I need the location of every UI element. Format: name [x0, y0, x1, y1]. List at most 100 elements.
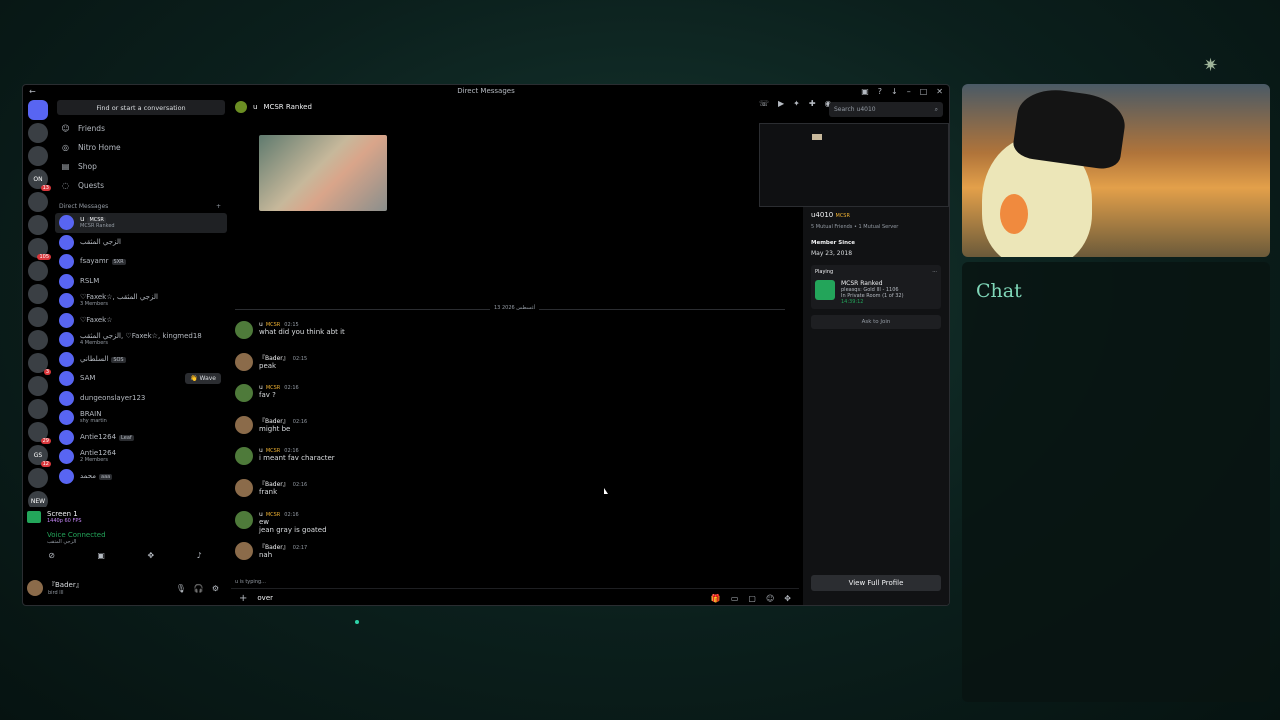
help-icon[interactable]: ? [878, 87, 882, 96]
avatar[interactable] [235, 478, 253, 497]
search-input[interactable]: Search u4010 ⌕ [829, 102, 943, 117]
message-author[interactable]: 『Bader』 [259, 418, 289, 425]
inbox-icon[interactable]: ▣ [861, 87, 869, 96]
message-author[interactable]: u [259, 511, 263, 518]
server-icon[interactable] [28, 192, 48, 212]
wave-button[interactable]: 👋 Wave [185, 373, 221, 385]
server-icon[interactable] [28, 307, 48, 327]
avatar[interactable] [235, 415, 253, 434]
dm-item[interactable]: u MCSR MCSR Ranked [55, 213, 227, 233]
message-author[interactable]: u [259, 447, 263, 454]
message[interactable]: u MCSR 02:15 what did you think abt it [235, 321, 775, 353]
pin-icon[interactable]: ✦ [793, 99, 800, 108]
dm-item[interactable]: SAM 👋 Wave [55, 369, 227, 389]
dm-item[interactable]: ♡Faxek☆, الزجي المثقب 3 Members [55, 291, 227, 311]
dm-item[interactable]: Antie1264 2 Members [55, 447, 227, 467]
avatar[interactable] [235, 542, 253, 561]
server-icon[interactable] [28, 284, 48, 304]
dm-item[interactable]: محمد aaa [55, 467, 227, 487]
message[interactable]: 『Bader』 02:16 frank [235, 478, 775, 511]
minimize-icon[interactable]: – [907, 87, 911, 96]
server-icon[interactable]: ON 13 [28, 169, 51, 191]
call-icon[interactable]: ☏ [759, 99, 769, 108]
server-icon[interactable] [28, 330, 48, 350]
message[interactable]: u MCSR 02:16 ew jean gray is goated [235, 510, 775, 543]
dm-item[interactable]: السلطاني SOS [55, 350, 227, 370]
mic-icon[interactable]: 🎙 [176, 584, 186, 593]
sidebar-item-shop[interactable]: ▤ Shop [55, 157, 227, 176]
more-icon[interactable]: ··· [932, 269, 937, 275]
dm-item[interactable]: الزجي المثقب [55, 233, 227, 253]
sidebar-item-nitro[interactable]: ◎ Nitro Home [55, 138, 227, 157]
view-full-profile-button[interactable]: View Full Profile [811, 575, 941, 591]
plus-icon[interactable]: + [239, 593, 247, 604]
dm-item[interactable]: RSLM [55, 272, 227, 292]
server-icon[interactable] [28, 376, 48, 396]
headphones-icon[interactable]: 🎧 [194, 584, 204, 593]
settings-icon[interactable]: ⚙ [212, 584, 219, 593]
message-author[interactable]: u [259, 321, 263, 328]
server-icon[interactable] [28, 399, 48, 419]
video-call-icon[interactable]: ▶ [778, 99, 784, 108]
add-friend-icon[interactable]: ✚ [809, 99, 816, 108]
dm-item[interactable]: dungeonslayer123 [55, 389, 227, 409]
close-icon[interactable]: ✕ [936, 87, 943, 96]
avatar[interactable] [235, 447, 253, 466]
message-input[interactable]: over [257, 594, 273, 602]
message[interactable]: u MCSR 02:16 i meant fav character [235, 447, 775, 479]
video-embed[interactable] [259, 135, 387, 211]
maximize-icon[interactable]: □ [920, 87, 928, 96]
dm-item[interactable]: الزجي المثقب, ♡Faxek☆, kingmed18 4 Member… [55, 330, 227, 350]
ask-to-join-button[interactable]: Ask to Join [811, 315, 941, 329]
discord-home-icon[interactable] [28, 100, 48, 120]
soundboard-icon[interactable]: ♪ [197, 551, 202, 560]
avatar[interactable] [235, 510, 253, 529]
apps-icon[interactable]: ✥ [784, 594, 791, 603]
server-icon[interactable]: GS 12 [28, 445, 51, 467]
server-icon[interactable] [28, 123, 48, 143]
sidebar-item-quests[interactable]: ◌ Quests [55, 176, 227, 195]
server-icon[interactable]: 105 [28, 238, 51, 260]
back-arrow-icon[interactable]: ← [29, 87, 36, 96]
gift-icon[interactable]: 🎁 [711, 594, 721, 603]
gif-icon[interactable]: ▭ [731, 594, 739, 603]
dm-item[interactable]: Antie1264 Leaf [55, 428, 227, 448]
message-author[interactable]: 『Bader』 [259, 544, 289, 551]
emoji-icon[interactable]: ☺ [766, 594, 774, 603]
voice-channel[interactable]: الزجي المثقب [27, 539, 223, 545]
find-conversation-button[interactable]: Find or start a conversation [57, 100, 225, 115]
message[interactable]: 『Bader』 02:17 nah [235, 542, 775, 574]
message-author[interactable]: u [259, 384, 263, 391]
message[interactable]: u MCSR 02:16 fav ? [235, 384, 775, 416]
screen-share-panel[interactable]: Screen 1 1440p 60 FPS [27, 505, 223, 529]
server-icon[interactable]: 29 [28, 422, 51, 444]
server-icon[interactable] [28, 146, 48, 166]
friends-icon: ☺ [61, 124, 70, 133]
server-icon[interactable]: 3 [28, 353, 51, 375]
message[interactable]: 『Bader』 02:16 might be [235, 415, 775, 448]
avatar[interactable] [235, 321, 253, 339]
mutual-info[interactable]: 5 Mutual Friends • 1 Mutual Server [803, 219, 949, 230]
server-icon[interactable] [28, 468, 48, 488]
camera-off-icon[interactable]: ⊘ [48, 551, 55, 560]
message-composer[interactable]: + over 🎁 ▭ ▢ ☺ ✥ [231, 588, 799, 605]
recipient-avatar[interactable] [235, 101, 247, 113]
server-icon[interactable] [28, 215, 48, 235]
avatar[interactable] [235, 384, 253, 403]
download-icon[interactable]: ↓ [891, 87, 898, 96]
activities-icon[interactable]: ✥ [147, 551, 154, 560]
server-icon[interactable] [28, 261, 48, 281]
message[interactable]: 『Bader』 02:15 peak [235, 352, 775, 385]
avatar[interactable] [235, 352, 253, 371]
sidebar-item-friends[interactable]: ☺ Friends [55, 119, 227, 138]
avatar[interactable] [27, 580, 43, 596]
sticker-icon[interactable]: ▢ [748, 594, 756, 603]
share-screen-icon[interactable]: ▣ [97, 551, 105, 560]
create-dm-button[interactable]: + [216, 203, 221, 210]
dm-item[interactable]: ♡Faxek☆ [55, 311, 227, 331]
dm-item[interactable]: BRAIN shy martin [55, 408, 227, 428]
message-author[interactable]: 『Bader』 [259, 355, 289, 362]
message-author[interactable]: 『Bader』 [259, 481, 289, 488]
stream-preview[interactable] [759, 123, 949, 207]
dm-item[interactable]: fsayamr SXR [55, 252, 227, 272]
